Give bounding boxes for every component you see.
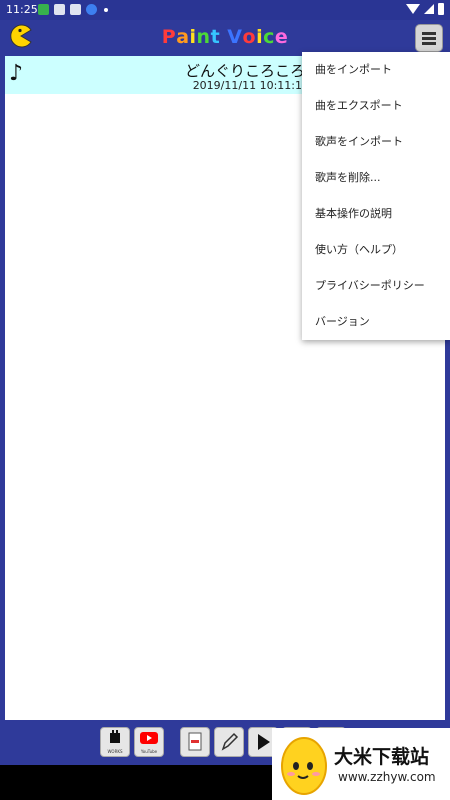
watermark-url: www.zzhyw.com — [338, 770, 436, 784]
youtube-label: YouTube — [140, 749, 158, 754]
menu-item-help[interactable]: 使い方（ヘルプ） — [302, 232, 450, 268]
app-title-letter: V — [227, 26, 243, 48]
status-indicators — [406, 3, 444, 15]
more-notifications-icon — [104, 8, 108, 12]
egg-mascot-icon — [281, 737, 327, 795]
menu-item-privacy-policy[interactable]: プライバシーポリシー — [302, 268, 450, 304]
works-icon — [110, 730, 120, 743]
youtube-icon — [140, 732, 158, 744]
notification-icon — [54, 4, 65, 15]
menu-item-version[interactable]: バージョン — [302, 304, 450, 340]
notification-icon — [38, 4, 49, 15]
app-title-letter: o — [242, 26, 257, 48]
notification-icon — [86, 4, 97, 15]
youtube-button[interactable]: YouTube — [134, 727, 164, 757]
app-title-letter: e — [274, 26, 289, 48]
works-button[interactable]: WORKS — [100, 727, 130, 757]
battery-icon — [438, 3, 444, 15]
app-title-letter: i — [256, 26, 264, 48]
app-title-letter — [220, 26, 227, 48]
signal-icon — [424, 4, 434, 14]
status-bar: 11:25 — [0, 0, 450, 20]
music-note-icon: ♪ — [9, 61, 24, 86]
edit-button[interactable] — [214, 727, 244, 757]
menu-item-basic-guide[interactable]: 基本操作の説明 — [302, 196, 450, 232]
notification-icon — [70, 4, 81, 15]
pencil-icon — [221, 732, 239, 751]
app-title-letter: a — [176, 26, 190, 48]
app-title: Paint Voice — [0, 26, 450, 48]
app-title-letter: P — [161, 26, 177, 48]
song-date: 2019/11/11 10:11:11 — [192, 79, 309, 92]
app-title-letter: n — [196, 26, 211, 48]
menu-item-export-song[interactable]: 曲をエクスポート — [302, 88, 450, 124]
score-button[interactable] — [180, 727, 210, 757]
status-time: 11:25 — [6, 3, 38, 16]
menu-item-import-voice[interactable]: 歌声をインポート — [302, 124, 450, 160]
app-title-letter: c — [263, 26, 275, 48]
works-label: WORKS — [107, 749, 123, 754]
app-title-letter: i — [189, 26, 197, 48]
overflow-menu: 曲をインポート 曲をエクスポート 歌声をインポート 歌声を削除... 基本操作の… — [302, 52, 450, 340]
menu-item-import-song[interactable]: 曲をインポート — [302, 52, 450, 88]
song-title: どんぐりころころ — [184, 62, 305, 80]
app-bar: Paint Voice — [0, 20, 450, 56]
score-icon — [188, 732, 202, 751]
watermark: 大米下载站 www.zzhyw.com — [272, 728, 450, 800]
menu-item-delete-voice[interactable]: 歌声を削除... — [302, 160, 450, 196]
watermark-title: 大米下载站 — [334, 746, 430, 768]
wifi-icon — [406, 4, 420, 14]
menu-button[interactable] — [415, 24, 443, 52]
app-title-letter: t — [210, 26, 221, 48]
